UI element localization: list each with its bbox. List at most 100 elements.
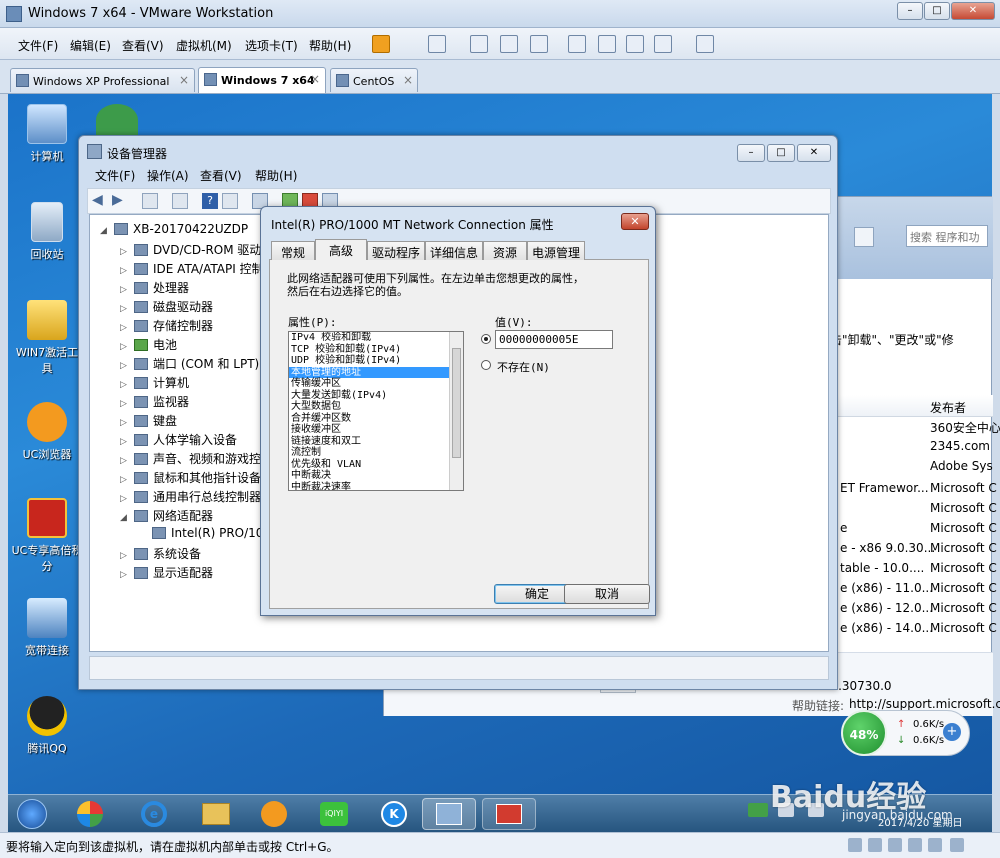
start-button[interactable] [12, 798, 52, 830]
close-button[interactable]: ✕ [951, 2, 995, 20]
display-status-icon[interactable] [950, 838, 964, 852]
hdd-status-icon[interactable] [848, 838, 862, 852]
taskbar-ie[interactable]: e [132, 798, 176, 830]
tab-close-icon[interactable]: × [403, 73, 413, 87]
list-item[interactable]: 流控制 [289, 447, 463, 459]
tab-general[interactable]: 常规 [271, 241, 315, 260]
list-item[interactable]: 中断裁决速率 [289, 482, 463, 490]
property-list[interactable]: IPv4 校验和卸载 TCP 校验和卸载(IPv4) UDP 校验和卸载(IPv… [288, 331, 464, 491]
list-item[interactable]: Microsoft C [930, 581, 997, 595]
list-item-name[interactable]: e [840, 521, 847, 535]
minimize-button[interactable]: – [737, 144, 765, 162]
tree-node-battery[interactable]: ▷ 电池 [120, 336, 177, 354]
menu-view[interactable]: 查看(V) [200, 167, 242, 184]
tab-windows-xp[interactable]: Windows XP Professional × [10, 68, 195, 92]
list-item[interactable]: 中断裁决 [289, 470, 463, 482]
network-icon[interactable] [428, 35, 446, 53]
list-scrollbar[interactable] [449, 332, 463, 490]
dialog-close-button[interactable]: ✕ [621, 213, 649, 230]
revert-snapshot-icon[interactable] [500, 35, 518, 53]
desktop-icon-broadband[interactable]: 宽带连接 [11, 598, 83, 658]
tree-node-cpu[interactable]: ▷ 处理器 [120, 279, 189, 297]
list-item[interactable]: 大量发送卸载(IPv4) [289, 390, 463, 402]
menu-action[interactable]: 操作(A) [147, 167, 189, 184]
list-item[interactable]: Microsoft C [930, 501, 997, 515]
tree-node-hid[interactable]: ▷ 人体学输入设备 [120, 431, 237, 449]
tree-node-dvd[interactable]: ▷ DVD/CD-ROM 驱动器 [120, 241, 273, 259]
close-button[interactable]: ✕ [797, 144, 831, 162]
list-item[interactable]: 合并缓冲区数 [289, 413, 463, 425]
taskbar-toolbox[interactable] [482, 798, 536, 830]
details-icon[interactable] [222, 193, 238, 209]
tree-node-ports[interactable]: ▷ 端口 (COM 和 LPT) [120, 355, 259, 373]
minimize-button[interactable]: – [897, 2, 923, 20]
tree-node-monitor[interactable]: ▷ 监视器 [120, 393, 189, 411]
list-item[interactable]: Microsoft C [930, 521, 997, 535]
list-view-icon[interactable] [172, 193, 188, 209]
snapshot-icon[interactable] [470, 35, 488, 53]
tab-details[interactable]: 详细信息 [425, 241, 483, 260]
properties-icon[interactable] [142, 193, 158, 209]
menu-vm[interactable]: 虚拟机(M) [176, 37, 232, 54]
list-item[interactable]: 接收缓冲区 [289, 424, 463, 436]
tree-node-system[interactable]: ▷ 系统设备 [120, 545, 201, 563]
network-status-icon[interactable] [888, 838, 902, 852]
value-input[interactable]: 00000000005E [495, 330, 613, 349]
list-item[interactable]: 传输缓冲区 [289, 378, 463, 390]
refresh-icon[interactable] [854, 227, 874, 247]
list-item[interactable]: TCP 校验和卸载(IPv4) [289, 344, 463, 356]
menu-edit[interactable]: 编辑(E) [70, 37, 111, 54]
network-speed-meter[interactable]: 48% ↑ 0.6K/s ↓ 0.6K/s + [841, 710, 970, 756]
list-item-name[interactable]: ET Framewor... [840, 481, 929, 495]
list-item[interactable]: IPv4 校验和卸载 [289, 332, 463, 344]
tab-windows-7[interactable]: Windows 7 x64 × [198, 67, 326, 93]
list-item[interactable]: Microsoft C [930, 541, 997, 555]
menu-view[interactable]: 查看(V) [122, 37, 164, 54]
desktop-icon-recycle-bin[interactable]: 回收站 [11, 202, 83, 262]
tab-advanced[interactable]: 高级 [315, 239, 367, 260]
list-item[interactable]: 360安全中心 [930, 419, 1000, 436]
menu-help[interactable]: 帮助(H) [255, 167, 297, 184]
maximize-button[interactable]: □ [767, 144, 795, 162]
back-icon[interactable]: ◀ [92, 192, 103, 208]
taskbar-iqiyi[interactable]: iQIYI [312, 798, 356, 830]
tab-close-icon[interactable]: × [179, 73, 189, 87]
tree-node-keyboard[interactable]: ▷ 键盘 [120, 412, 177, 430]
absent-radio[interactable] [481, 360, 491, 370]
plus-icon[interactable]: + [943, 723, 961, 741]
fullscreen-icon[interactable] [626, 35, 644, 53]
taskbar-device-manager[interactable] [422, 798, 476, 830]
list-item[interactable]: 大型数据包 [289, 401, 463, 413]
taskbar-kugou[interactable]: K [372, 798, 416, 830]
list-item[interactable]: Microsoft C [930, 561, 997, 575]
help-icon[interactable]: ? [202, 193, 218, 209]
desktop-icon-qq[interactable]: 腾讯QQ [11, 696, 83, 756]
tree-node-usb[interactable]: ▷ 通用串行总线控制器 [120, 488, 261, 506]
list-item[interactable]: Microsoft C [930, 621, 997, 635]
tree-node-disk[interactable]: ▷ 磁盘驱动器 [120, 298, 213, 316]
tab-close-icon[interactable]: × [310, 72, 320, 86]
help-link[interactable]: http://support.microsoft.com [849, 697, 1000, 711]
menu-help[interactable]: 帮助(H) [309, 37, 351, 54]
taskbar-uc[interactable] [252, 798, 296, 830]
desktop-icon-uc-browser[interactable]: UC浏览器 [11, 402, 83, 462]
sidebar-toggle-icon[interactable] [568, 35, 586, 53]
publisher-column-header[interactable]: 发布者 [930, 399, 966, 416]
desktop-icon-win7-activator[interactable]: WIN7激活工具 [11, 300, 83, 376]
tree-node-storage[interactable]: ▷ 存储控制器 [120, 317, 213, 335]
tab-centos[interactable]: CentOS × [330, 68, 418, 92]
taskbar-explorer[interactable] [194, 798, 238, 830]
console-view-icon[interactable] [598, 35, 616, 53]
list-item[interactable]: UDP 校验和卸载(IPv4) [289, 355, 463, 367]
thumbnail-view-icon[interactable] [696, 35, 714, 53]
tree-node-mouse[interactable]: ▷ 鼠标和其他指针设备 [120, 469, 261, 487]
tree-node-ide[interactable]: ▷ IDE ATA/ATAPI 控制器 [120, 260, 276, 278]
tree-node-display[interactable]: ▷ 显示适配器 [120, 564, 213, 582]
cancel-button[interactable]: 取消 [564, 584, 650, 604]
snapshot-manager-icon[interactable] [530, 35, 548, 53]
list-item[interactable]: Microsoft C [930, 481, 997, 495]
tab-resources[interactable]: 资源 [483, 241, 527, 260]
list-item-name[interactable]: e (x86) - 14.0... [840, 621, 933, 635]
tree-node-computer[interactable]: ▷ 计算机 [120, 374, 189, 392]
list-item-name[interactable]: table - 10.0.... [840, 561, 924, 575]
